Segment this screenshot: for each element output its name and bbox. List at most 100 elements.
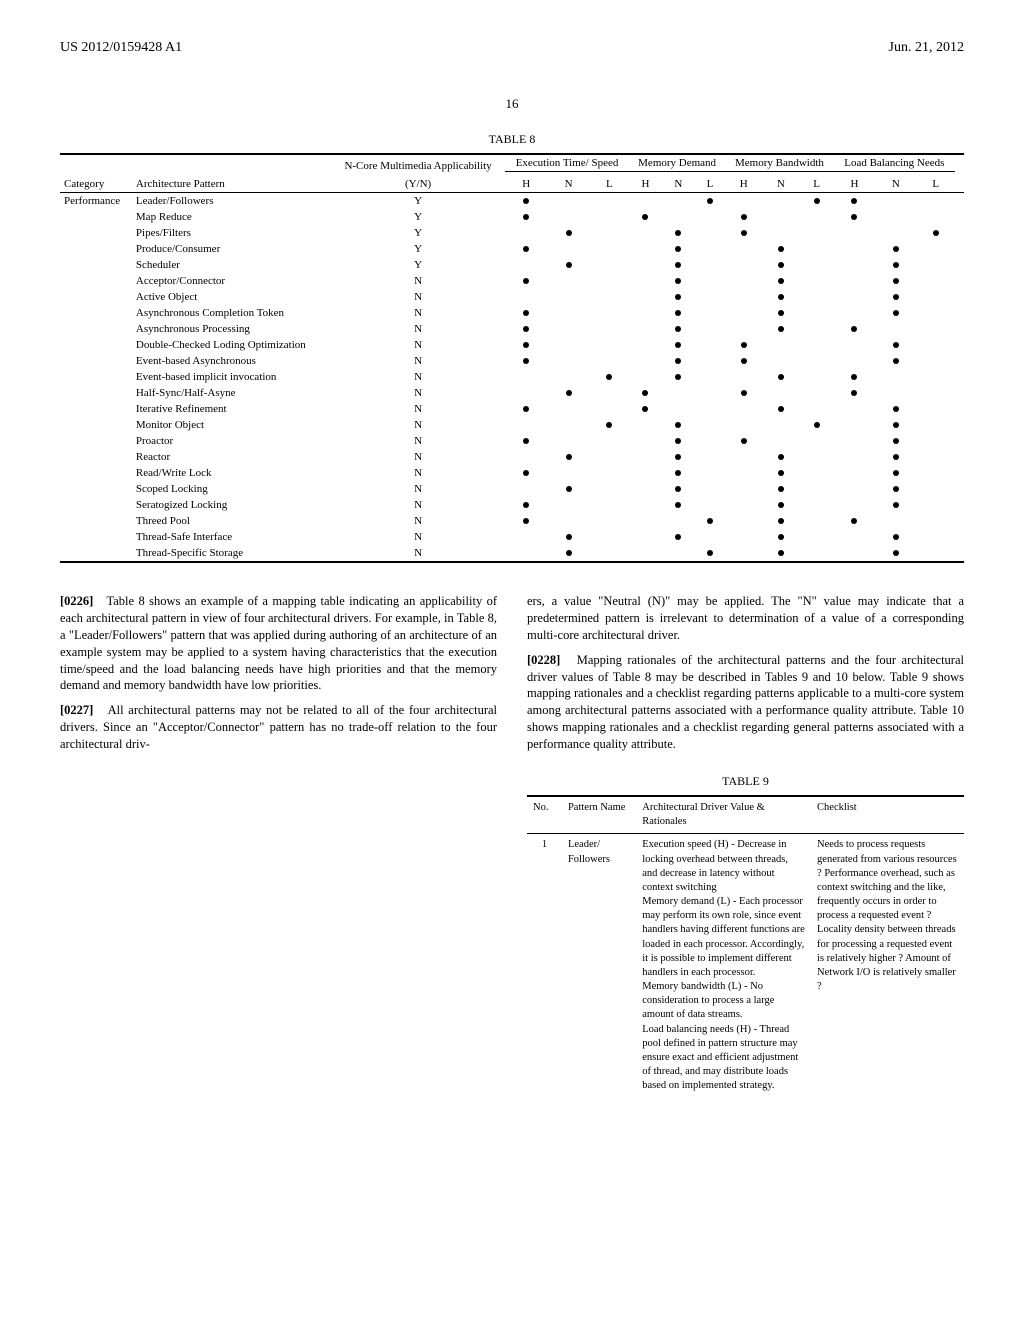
cell-dot xyxy=(695,369,725,385)
dot-icon xyxy=(778,310,784,316)
th-mem-bw: Memory Bandwidth xyxy=(725,154,834,172)
dot-icon xyxy=(851,198,857,204)
dot-icon xyxy=(851,374,857,380)
dot-icon xyxy=(675,374,681,380)
dot-icon xyxy=(606,422,612,428)
cell-dot xyxy=(662,433,695,449)
cell-checklist: Needs to process requests generated from… xyxy=(811,834,964,1098)
cell-dot xyxy=(834,369,875,385)
cell-dot xyxy=(662,513,695,529)
cell-applicability: N xyxy=(331,401,505,417)
para-0227: [0227] All architectural patterns may no… xyxy=(60,702,497,753)
cell-dot xyxy=(662,193,695,210)
cell-category xyxy=(60,449,132,465)
cell-dot xyxy=(725,497,762,513)
cell-dot xyxy=(834,225,875,241)
cell-applicability: N xyxy=(331,465,505,481)
cell-dot xyxy=(762,545,799,562)
cell-dot xyxy=(917,225,955,241)
cell-pattern: Seratogized Locking xyxy=(132,497,331,513)
cell-dot xyxy=(695,305,725,321)
cell-dot xyxy=(662,225,695,241)
cell-dot xyxy=(725,481,762,497)
cell-applicability: N xyxy=(331,433,505,449)
cell-dot xyxy=(834,401,875,417)
cell-dot xyxy=(505,545,547,562)
cell-dot xyxy=(629,513,662,529)
cell-dot xyxy=(590,337,629,353)
dot-icon xyxy=(778,518,784,524)
cell-dot xyxy=(917,353,955,369)
cell-dot xyxy=(695,385,725,401)
dot-icon xyxy=(675,486,681,492)
dot-icon xyxy=(893,246,899,252)
cell-dot xyxy=(662,241,695,257)
cell-applicability: N xyxy=(331,305,505,321)
th-category: Category xyxy=(60,176,132,193)
dot-icon xyxy=(893,550,899,556)
cell-dot xyxy=(917,257,955,273)
cell-dot xyxy=(875,305,916,321)
dot-icon xyxy=(933,230,939,236)
cell-applicability: N xyxy=(331,513,505,529)
cell-dot xyxy=(725,353,762,369)
dot-icon xyxy=(675,534,681,540)
cell-dot xyxy=(662,481,695,497)
dot-icon xyxy=(893,486,899,492)
cell-dot xyxy=(725,225,762,241)
dot-icon xyxy=(893,454,899,460)
cell-dot xyxy=(505,257,547,273)
cell-dot xyxy=(762,449,799,465)
cell-dot xyxy=(762,385,799,401)
cell-dot xyxy=(629,417,662,433)
dot-icon xyxy=(741,230,747,236)
table8-row: Double-Checked Loding OptimizationN xyxy=(60,337,964,353)
para-text: Table 8 shows an example of a mapping ta… xyxy=(60,594,497,692)
cell-pattern: Acceptor/Connector xyxy=(132,273,331,289)
cell-dot xyxy=(917,321,955,337)
para-text: ers, a value "Neutral (N)" may be applie… xyxy=(527,594,964,642)
cell-dot xyxy=(875,337,916,353)
cell-dot xyxy=(629,369,662,385)
dot-icon xyxy=(741,358,747,364)
cell-dot xyxy=(725,401,762,417)
dot-icon xyxy=(778,502,784,508)
cell-pattern: Thread-Specific Storage xyxy=(132,545,331,562)
cell-dot xyxy=(547,433,589,449)
cell-category xyxy=(60,417,132,433)
dot-icon xyxy=(523,502,529,508)
table8-row: Iterative RefinementN xyxy=(60,401,964,417)
th-applicability: N-Core Multimedia Applicability xyxy=(331,154,505,176)
dot-icon xyxy=(778,486,784,492)
cell-dot xyxy=(629,401,662,417)
cell-dot xyxy=(695,193,725,210)
cell-dot xyxy=(917,193,955,210)
cell-dot xyxy=(725,513,762,529)
cell-dot xyxy=(834,385,875,401)
cell-dot xyxy=(762,337,799,353)
cell-dot xyxy=(629,321,662,337)
cell-dot xyxy=(662,529,695,545)
cell-dot xyxy=(590,257,629,273)
cell-category xyxy=(60,209,132,225)
cell-dot xyxy=(629,225,662,241)
cell-dot xyxy=(505,497,547,513)
cell-dot xyxy=(590,305,629,321)
cell-dot xyxy=(547,513,589,529)
page-number: 16 xyxy=(60,96,964,112)
cell-dot xyxy=(725,289,762,305)
cell-dot xyxy=(590,465,629,481)
cell-dot xyxy=(590,273,629,289)
dot-icon xyxy=(741,390,747,396)
cell-dot xyxy=(834,545,875,562)
cell-dot xyxy=(505,305,547,321)
th-exec: Execution Time/ Speed xyxy=(505,154,629,172)
cell-pattern: Reactor xyxy=(132,449,331,465)
cell-dot xyxy=(547,257,589,273)
cell-dot xyxy=(799,225,833,241)
cell-dot xyxy=(547,273,589,289)
cell-dot xyxy=(875,449,916,465)
cell-dot xyxy=(590,401,629,417)
cell-category xyxy=(60,497,132,513)
cell-dot xyxy=(799,513,833,529)
